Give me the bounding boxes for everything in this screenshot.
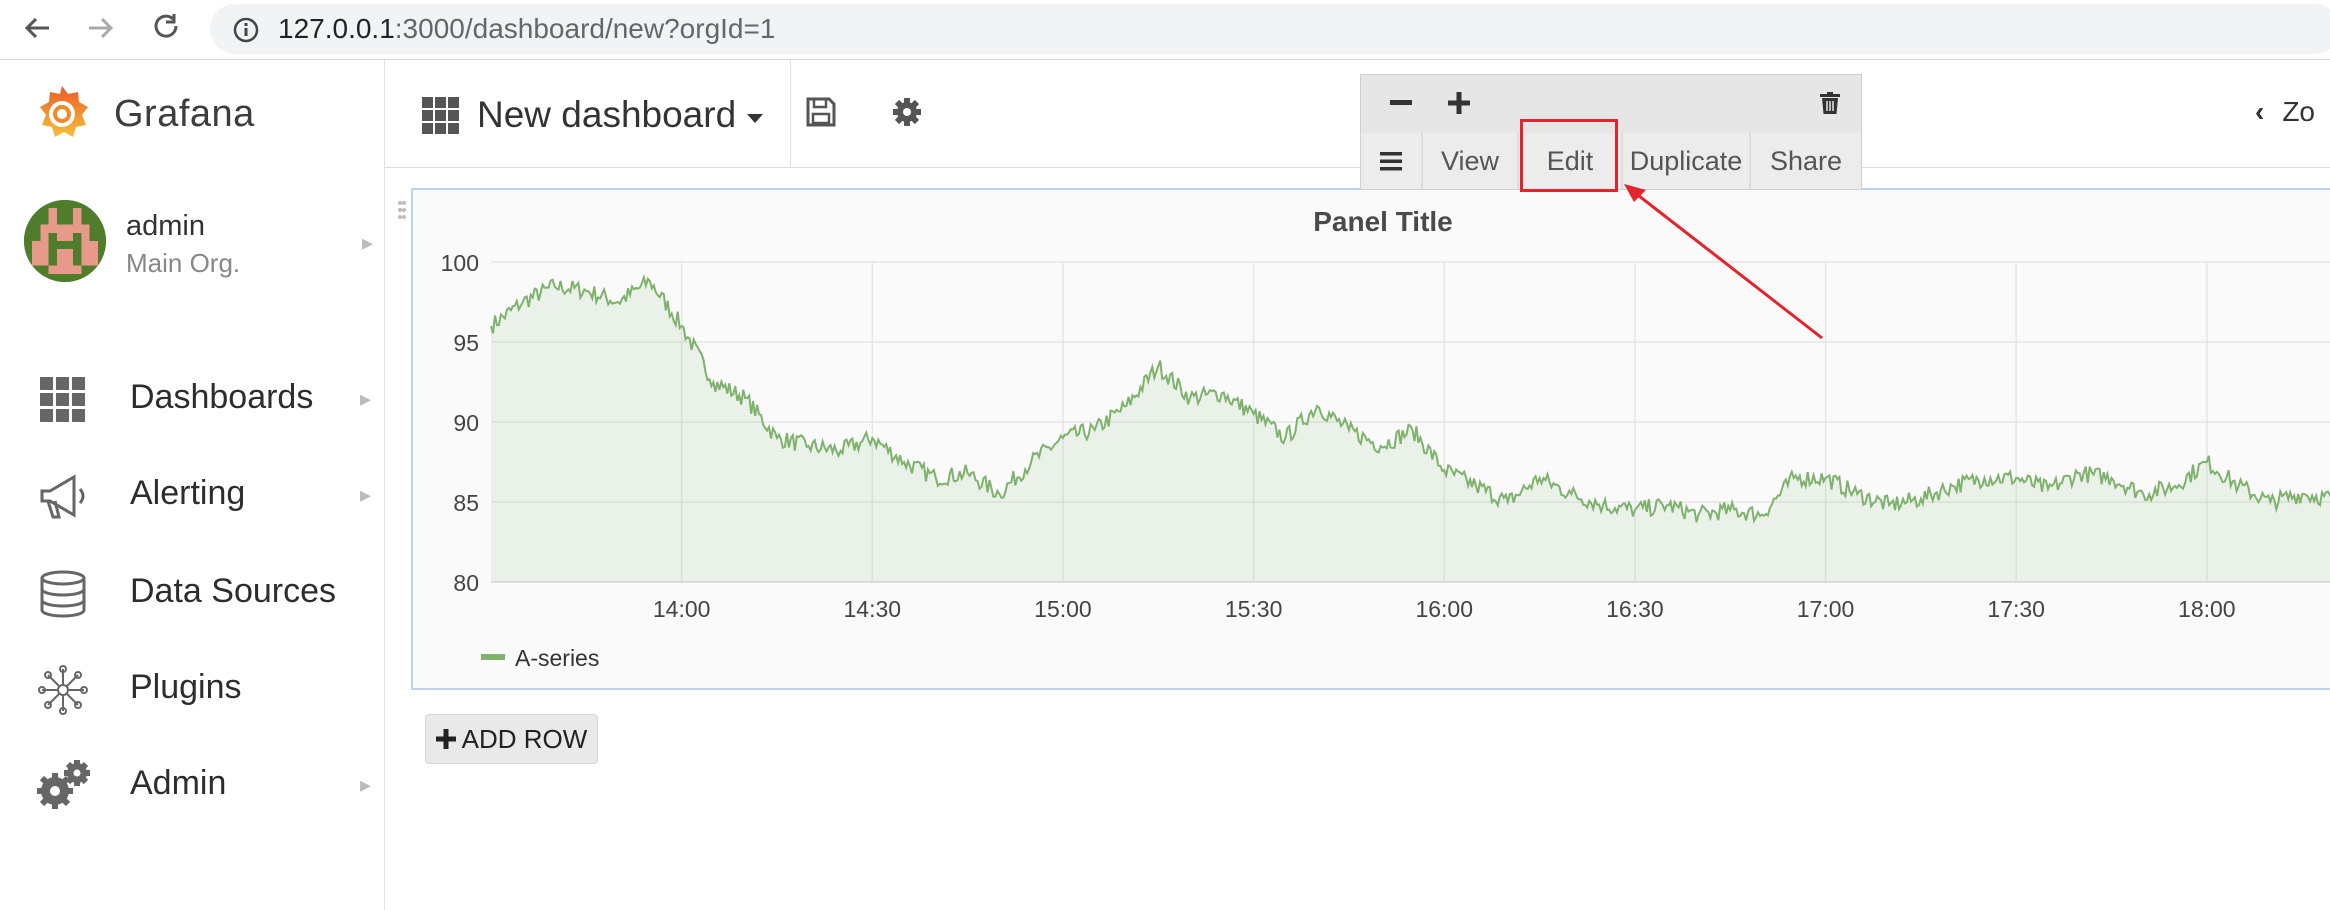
annotation-arrow bbox=[1624, 184, 1823, 340]
chevron-right-icon: ▸ bbox=[360, 772, 372, 797]
dashboards-grid-icon bbox=[30, 370, 96, 430]
x-tick-label: 16:30 bbox=[1606, 596, 1664, 622]
zoom-label: Zo bbox=[2282, 96, 2316, 127]
address-bar[interactable]: 127.0.0.1:3000/dashboard/new?orgId=1 bbox=[210, 4, 2330, 54]
caret-down-icon bbox=[747, 114, 763, 123]
user-org: Main Org. bbox=[126, 248, 241, 278]
logo-text: Grafana bbox=[114, 92, 255, 135]
hamburger-icon bbox=[1380, 152, 1402, 171]
chevron-left-icon: ‹ bbox=[2255, 96, 2265, 127]
arrow-left-icon bbox=[24, 17, 49, 39]
sidebar-item-dashboards[interactable]: Dashboards ▸ bbox=[0, 360, 385, 440]
url-path: :3000/dashboard/new?orgId=1 bbox=[394, 13, 776, 44]
sidebar-item-alerting[interactable]: Alerting ▸ bbox=[0, 456, 385, 536]
add-row-button[interactable]: ADD ROW bbox=[425, 714, 598, 764]
graph-panel[interactable]: Panel Title 100 95 90 85 80 14:00 14:30 15:00 1… bbox=[398, 188, 2330, 690]
plus-icon[interactable] bbox=[1439, 83, 1479, 123]
chevron-right-icon: ▸ bbox=[360, 386, 372, 411]
reload-icon bbox=[154, 14, 178, 38]
hamburger-menu-button[interactable] bbox=[1361, 133, 1423, 189]
sidebar-item-data-sources[interactable]: Data Sources bbox=[0, 554, 385, 634]
dashboard-navbar: New dashboard ‹ Zo bbox=[385, 60, 2330, 168]
info-icon bbox=[233, 17, 259, 43]
legend-swatch bbox=[481, 654, 505, 660]
avatar bbox=[24, 200, 106, 282]
plugins-icon bbox=[30, 660, 96, 720]
user-name: admin bbox=[126, 210, 205, 242]
grafana-logo[interactable]: Grafana bbox=[30, 82, 255, 146]
save-icon bbox=[806, 97, 836, 127]
sidebar-item-label: Alerting bbox=[130, 474, 246, 512]
sidebar-item-label: Plugins bbox=[130, 668, 242, 706]
back-button[interactable] bbox=[14, 4, 62, 52]
plus-icon bbox=[435, 729, 456, 749]
x-tick-label: 15:30 bbox=[1225, 596, 1283, 622]
x-tick-label: 15:00 bbox=[1034, 596, 1092, 622]
url-host: 127.0.0.1 bbox=[278, 13, 395, 44]
arrow-right-icon bbox=[89, 17, 114, 39]
gear-icon bbox=[893, 98, 921, 126]
reload-button[interactable] bbox=[142, 4, 190, 52]
y-tick-label: 90 bbox=[453, 410, 479, 436]
add-row-label: ADD ROW bbox=[461, 723, 588, 754]
sidebar-item-label: Dashboards bbox=[130, 378, 314, 416]
gears-icon bbox=[30, 756, 96, 816]
dashboard-title: New dashboard bbox=[477, 94, 737, 135]
save-dashboard-button[interactable] bbox=[805, 96, 849, 140]
forward-button[interactable] bbox=[76, 4, 124, 52]
legend-label[interactable]: A-series bbox=[515, 645, 599, 671]
url-text: 127.0.0.1:3000/dashboard/new?orgId=1 bbox=[278, 12, 775, 46]
x-tick-label: 16:00 bbox=[1415, 596, 1473, 622]
user-menu[interactable]: admin Main Org. ▸ bbox=[24, 200, 373, 286]
sidebar-item-label: Admin bbox=[130, 764, 227, 802]
x-tick-label: 14:30 bbox=[844, 596, 902, 622]
x-tick-label: 18:00 bbox=[2178, 596, 2236, 622]
dashboards-grid-icon bbox=[422, 97, 459, 134]
x-tick-label: 17:00 bbox=[1797, 596, 1855, 622]
graph-chart: 100 95 90 85 80 14:00 14:30 15:00 15:30 16:00 16:… bbox=[441, 250, 2330, 671]
database-icon bbox=[30, 564, 96, 624]
x-tick-label: 17:30 bbox=[1987, 596, 2045, 622]
y-tick-label: 95 bbox=[453, 330, 479, 356]
grafana-logo-icon bbox=[40, 86, 88, 137]
edit-highlight-box bbox=[1520, 119, 1618, 192]
drag-handle-icon[interactable] bbox=[397, 200, 407, 228]
trash-icon[interactable] bbox=[1810, 83, 1850, 123]
x-tick-label: 14:00 bbox=[653, 596, 711, 622]
chevron-right-icon: ▸ bbox=[360, 482, 372, 507]
dashboard-picker[interactable]: New dashboard bbox=[385, 60, 791, 168]
y-tick-label: 85 bbox=[453, 490, 479, 516]
minus-icon[interactable] bbox=[1381, 83, 1421, 123]
megaphone-icon bbox=[30, 466, 96, 526]
sidebar-item-admin[interactable]: Admin ▸ bbox=[0, 746, 385, 826]
chevron-right-icon: ▸ bbox=[362, 230, 374, 255]
panel-menu-view[interactable]: View bbox=[1423, 133, 1519, 189]
y-tick-label: 100 bbox=[441, 250, 479, 276]
sidebar-item-label: Data Sources bbox=[130, 572, 336, 610]
zoom-out-button[interactable]: ‹ Zo bbox=[2255, 96, 2315, 128]
sidebar-item-plugins[interactable]: Plugins bbox=[0, 650, 385, 730]
legend: A-series bbox=[481, 645, 599, 671]
sidebar: Grafana admin Main Org. ▸ Dashboards ▸ A… bbox=[0, 60, 385, 910]
y-tick-label: 80 bbox=[453, 570, 479, 596]
browser-toolbar: 127.0.0.1:3000/dashboard/new?orgId=1 bbox=[0, 0, 2330, 60]
dashboard-settings-button[interactable] bbox=[891, 96, 935, 140]
